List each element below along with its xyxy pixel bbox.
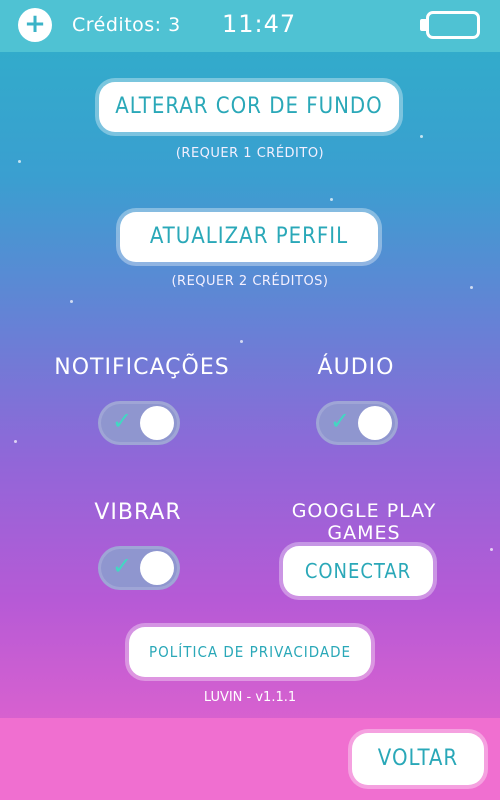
check-icon: ✓: [330, 407, 351, 435]
connect-button[interactable]: CONECTAR: [283, 546, 433, 596]
update-profile-button[interactable]: ATUALIZAR PERFIL: [120, 212, 378, 262]
change-background-note: (REQUER 1 CRÉDITO): [175, 146, 325, 161]
change-background-button[interactable]: ALTERAR COR DE FUNDO: [99, 82, 399, 132]
privacy-policy-button[interactable]: POLÍTICA DE PRIVACIDADE: [129, 627, 371, 677]
sparkle: [240, 340, 243, 343]
toggle-knob: [140, 551, 174, 585]
check-icon: ✓: [112, 407, 133, 435]
toggle-knob: [358, 406, 392, 440]
vibrate-label: VIBRAR: [94, 500, 182, 525]
sparkle: [420, 135, 423, 138]
check-icon: ✓: [112, 552, 133, 580]
notifications-label: NOTIFICAÇÕES: [54, 355, 230, 380]
audio-toggle[interactable]: ✓: [316, 401, 398, 445]
google-play-games-label: GOOGLE PLAY GAMES: [291, 500, 437, 544]
sparkle: [70, 300, 73, 303]
notifications-toggle[interactable]: ✓: [98, 401, 180, 445]
status-bar: + Créditos: 3 11:47: [0, 0, 500, 52]
credits-counter: Créditos: 3: [72, 14, 181, 36]
toggle-knob: [140, 406, 174, 440]
clock: 11:47: [222, 10, 297, 38]
sparkle: [14, 440, 17, 443]
audio-label: ÁUDIO: [317, 355, 395, 380]
back-button[interactable]: VOLTAR: [352, 733, 484, 785]
sparkle: [490, 548, 493, 551]
battery-icon: [426, 11, 480, 39]
version-label: LUVIN - v1.1.1: [203, 690, 297, 705]
plus-icon[interactable]: +: [18, 8, 52, 42]
vibrate-toggle[interactable]: ✓: [98, 546, 180, 590]
update-profile-note: (REQUER 2 CRÉDITOS): [171, 274, 329, 289]
sparkle: [330, 198, 333, 201]
